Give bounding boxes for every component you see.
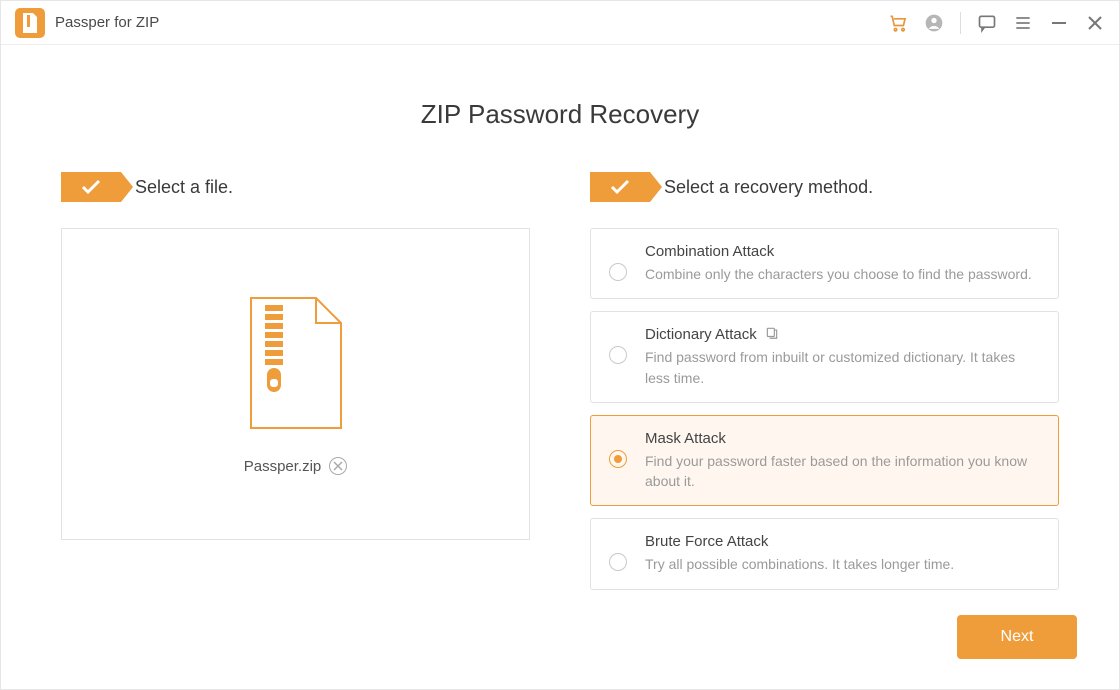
method-description: Combine only the characters you choose t… (645, 264, 1040, 284)
method-description: Find password from inbuilt or customized… (645, 347, 1040, 388)
radio-icon (609, 553, 627, 571)
method-title: Brute Force Attack (645, 533, 768, 550)
selected-file-name: Passper.zip (244, 458, 322, 475)
app-title: Passper for ZIP (55, 14, 159, 31)
step-file-label: Select a file. (135, 177, 233, 198)
method-section: Select a recovery method. Combination At… (590, 172, 1059, 590)
methods-list: Combination Attack Combine only the chara… (590, 228, 1059, 590)
method-option[interactable]: Combination Attack Combine only the chara… (590, 228, 1059, 299)
method-option[interactable]: Mask Attack Find your password faster bas… (590, 415, 1059, 507)
settings-icon[interactable] (765, 326, 779, 345)
titlebar-divider (960, 12, 961, 34)
cart-icon[interactable] (888, 13, 908, 33)
file-panel[interactable]: Passper.zip (61, 228, 530, 540)
close-button[interactable] (1085, 13, 1105, 33)
account-icon[interactable] (924, 13, 944, 33)
step-method-label: Select a recovery method. (664, 177, 873, 198)
radio-icon (609, 346, 627, 364)
method-description: Try all possible combinations. It takes … (645, 554, 1040, 574)
menu-icon[interactable] (1013, 13, 1033, 33)
method-title: Combination Attack (645, 243, 774, 260)
titlebar: Passper for ZIP (1, 1, 1119, 45)
method-option[interactable]: Dictionary Attack Find password from inbu… (590, 311, 1059, 403)
page-title: ZIP Password Recovery (61, 99, 1059, 130)
method-title: Dictionary Attack (645, 326, 757, 343)
check-flag-icon (61, 172, 121, 202)
step-header-method: Select a recovery method. (590, 172, 1059, 202)
remove-file-button[interactable] (329, 457, 347, 475)
method-title: Mask Attack (645, 430, 726, 447)
check-flag-icon (590, 172, 650, 202)
radio-icon (609, 263, 627, 281)
method-description: Find your password faster based on the i… (645, 451, 1040, 492)
next-button[interactable]: Next (957, 615, 1077, 659)
file-section: Select a file. (61, 172, 530, 590)
app-logo (15, 8, 45, 38)
method-option[interactable]: Brute Force Attack Try all possible combi… (590, 518, 1059, 589)
radio-icon (609, 450, 627, 468)
step-header-file: Select a file. (61, 172, 530, 202)
zip-file-icon (241, 293, 351, 433)
minimize-button[interactable] (1049, 13, 1069, 33)
titlebar-actions (888, 12, 1105, 34)
feedback-icon[interactable] (977, 13, 997, 33)
main-content: ZIP Password Recovery Select a file. (1, 45, 1119, 590)
app-window: Passper for ZIP ZIP Passwo (0, 0, 1120, 690)
